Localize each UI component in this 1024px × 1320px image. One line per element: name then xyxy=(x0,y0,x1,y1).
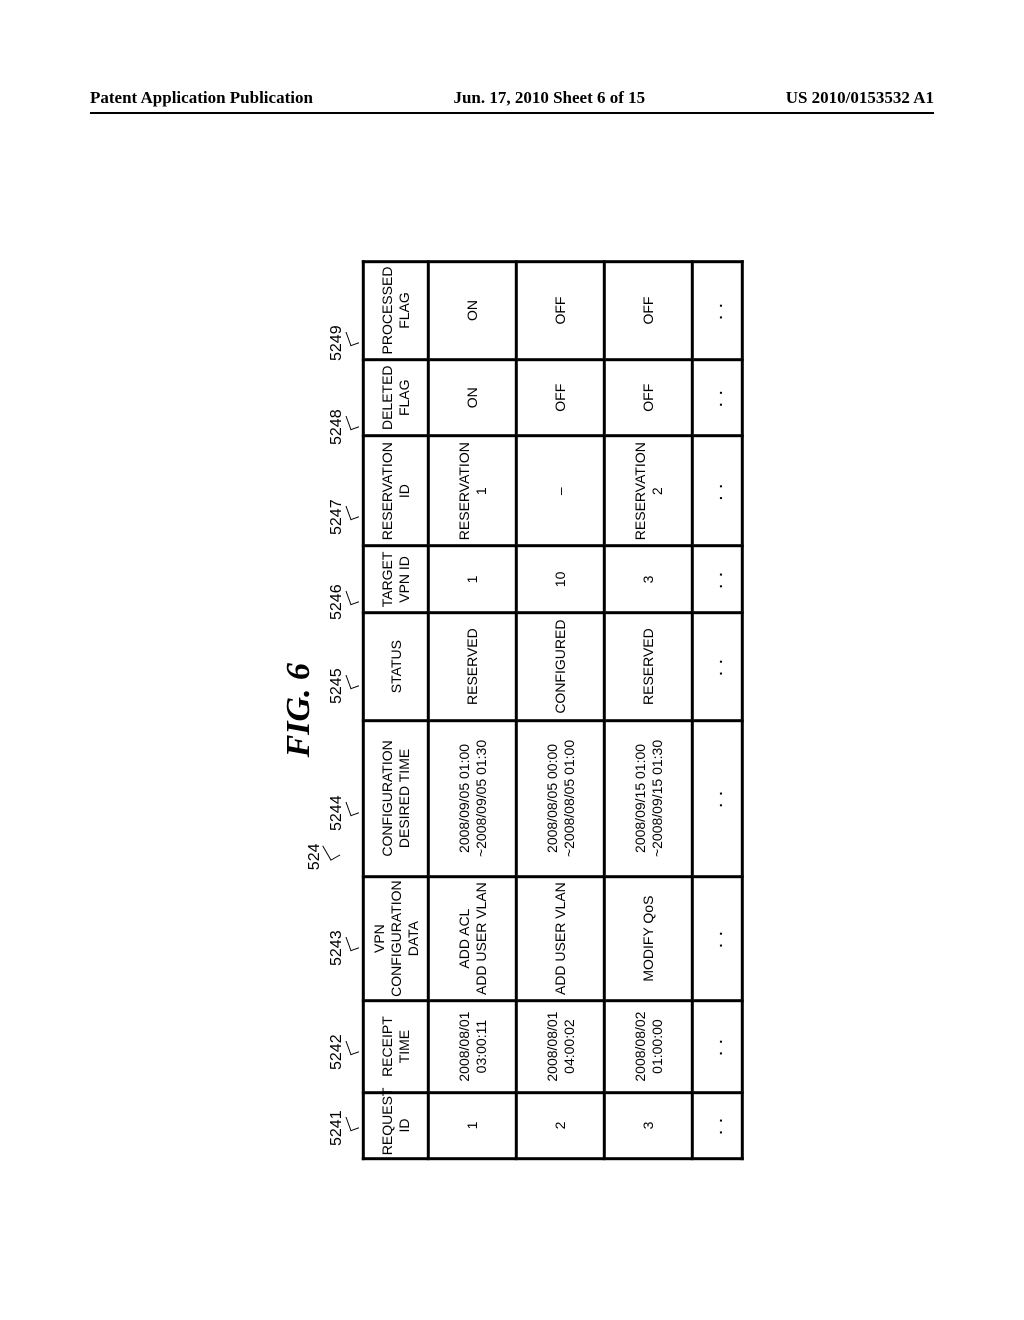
header-right: US 2010/0153532 A1 xyxy=(786,88,934,108)
cell-request-id: 3 xyxy=(605,1092,693,1158)
header-center: Jun. 17, 2010 Sheet 6 of 15 xyxy=(453,88,645,108)
callout-num: 5249 xyxy=(328,296,346,390)
header-rule xyxy=(90,112,934,114)
callout-5248: 5248 xyxy=(328,390,360,464)
callout-num: 5246 xyxy=(328,570,346,634)
col-header-receipt-time: RECEIPTTIME xyxy=(363,1001,428,1092)
callout-lead-icon xyxy=(346,738,360,888)
callout-5249: 5249 xyxy=(328,296,360,390)
cell-status: RESERVED xyxy=(605,612,693,720)
callout-5243: 5243 xyxy=(328,888,360,1008)
col-header-vpn-config: VPNCONFIGURATIONDATA xyxy=(363,876,428,1001)
cell-ellipsis: . . xyxy=(693,261,743,359)
callout-num: 5248 xyxy=(328,390,346,464)
cell-receipt-time: 2008/08/0103:00:11 xyxy=(429,1001,517,1092)
cell-ellipsis: . . xyxy=(693,720,743,876)
cell-ellipsis: . . xyxy=(693,876,743,1001)
col-header-deleted-flag: DELETEDFLAG xyxy=(363,359,428,436)
callout-lead-icon xyxy=(346,888,360,1008)
cell-config-time: 2008/09/15 01:00~2008/09/15 01:30 xyxy=(605,720,693,876)
cell-ellipsis: . . xyxy=(693,1001,743,1092)
cell-reservation-id: RESERVATION2 xyxy=(605,436,693,546)
callout-lead-icon xyxy=(346,390,360,464)
cell-vpn-config: ADD USER VLAN xyxy=(517,876,605,1001)
col-header-reservation-id: RESERVATIONID xyxy=(363,436,428,546)
cell-reservation-id: – xyxy=(517,436,605,546)
callout-5241: 5241 xyxy=(328,1096,360,1160)
cell-deleted-flag: ON xyxy=(429,359,517,436)
cell-vpn-config: MODIFY QoS xyxy=(605,876,693,1001)
col-header-processed-flag: PROCESSEDFLAG xyxy=(363,261,428,359)
callout-num: 524 xyxy=(306,843,324,870)
callout-lead-icon xyxy=(346,464,360,570)
callout-lead-icon xyxy=(346,1008,360,1096)
col-header-status: STATUS xyxy=(363,612,428,720)
data-table: REQUESTID RECEIPTTIME VPNCONFIGURATIONDA… xyxy=(362,260,744,1160)
cell-deleted-flag: OFF xyxy=(517,359,605,436)
col-header-config-time: CONFIGURATIONDESIRED TIME xyxy=(363,720,428,876)
callout-num: 5243 xyxy=(328,888,346,1008)
cell-ellipsis: . . xyxy=(693,359,743,436)
callout-num: 5241 xyxy=(328,1096,346,1160)
callout-5246: 5246 xyxy=(328,570,360,634)
cell-config-time: 2008/09/05 01:00~2008/09/05 01:30 xyxy=(429,720,517,876)
callout-num: 5244 xyxy=(328,738,346,888)
cell-ellipsis: . . xyxy=(693,1092,743,1158)
cell-target-vpn: 10 xyxy=(517,546,605,612)
column-callouts: 5241 5242 5243 5244 5245 5246 5247 5248 … xyxy=(328,260,360,1160)
cell-reservation-id: RESERVATION1 xyxy=(429,436,517,546)
cell-target-vpn: 3 xyxy=(605,546,693,612)
table-row-ellipsis: . . . . . . . . . . . . . . . . . . xyxy=(693,261,743,1158)
cell-status: RESERVED xyxy=(429,612,517,720)
cell-deleted-flag: OFF xyxy=(605,359,693,436)
table-row: 2 2008/08/0104:00:02 ADD USER VLAN 2008/… xyxy=(517,261,605,1158)
col-header-target-vpn: TARGETVPN ID xyxy=(363,546,428,612)
cell-processed-flag: ON xyxy=(429,261,517,359)
col-header-request-id: REQUESTID xyxy=(363,1092,428,1158)
cell-ellipsis: . . xyxy=(693,436,743,546)
cell-processed-flag: OFF xyxy=(517,261,605,359)
callout-5245: 5245 xyxy=(328,634,360,738)
callout-5247: 5247 xyxy=(328,464,360,570)
callout-5244: 5244 xyxy=(328,738,360,888)
callout-lead-icon xyxy=(346,1096,360,1160)
callout-num: 5242 xyxy=(328,1008,346,1096)
cell-status: CONFIGURED xyxy=(517,612,605,720)
cell-config-time: 2008/08/05 00:00~2008/08/05 01:00 xyxy=(517,720,605,876)
table-header-row: REQUESTID RECEIPTTIME VPNCONFIGURATIONDA… xyxy=(363,261,428,1158)
callout-5242: 5242 xyxy=(328,1008,360,1096)
cell-processed-flag: OFF xyxy=(605,261,693,359)
cell-target-vpn: 1 xyxy=(429,546,517,612)
cell-ellipsis: . . xyxy=(693,546,743,612)
callout-lead-icon xyxy=(346,296,360,390)
cell-request-id: 2 xyxy=(517,1092,605,1158)
callout-num: 5245 xyxy=(328,634,346,738)
figure-area: FIG. 6 524 5241 5242 5243 5244 5245 5246… xyxy=(0,160,1024,1260)
table-row: 1 2008/08/0103:00:11 ADD ACLADD USER VLA… xyxy=(429,261,517,1158)
table-wrap: 524 5241 5242 5243 5244 5245 5246 5247 5… xyxy=(328,260,744,1160)
callout-num: 5247 xyxy=(328,464,346,570)
page-header: Patent Application Publication Jun. 17, … xyxy=(0,88,1024,108)
cell-ellipsis: . . xyxy=(693,612,743,720)
callout-lead-icon xyxy=(346,634,360,738)
table-row: 3 2008/08/0201:00:00 MODIFY QoS 2008/09/… xyxy=(605,261,693,1158)
figure-rotated-container: FIG. 6 524 5241 5242 5243 5244 5245 5246… xyxy=(280,260,744,1160)
header-left: Patent Application Publication xyxy=(90,88,313,108)
cell-receipt-time: 2008/08/0201:00:00 xyxy=(605,1001,693,1092)
cell-receipt-time: 2008/08/0104:00:02 xyxy=(517,1001,605,1092)
figure-label: FIG. 6 xyxy=(280,260,318,1160)
cell-request-id: 1 xyxy=(429,1092,517,1158)
cell-vpn-config: ADD ACLADD USER VLAN xyxy=(429,876,517,1001)
callout-lead-icon xyxy=(346,570,360,634)
